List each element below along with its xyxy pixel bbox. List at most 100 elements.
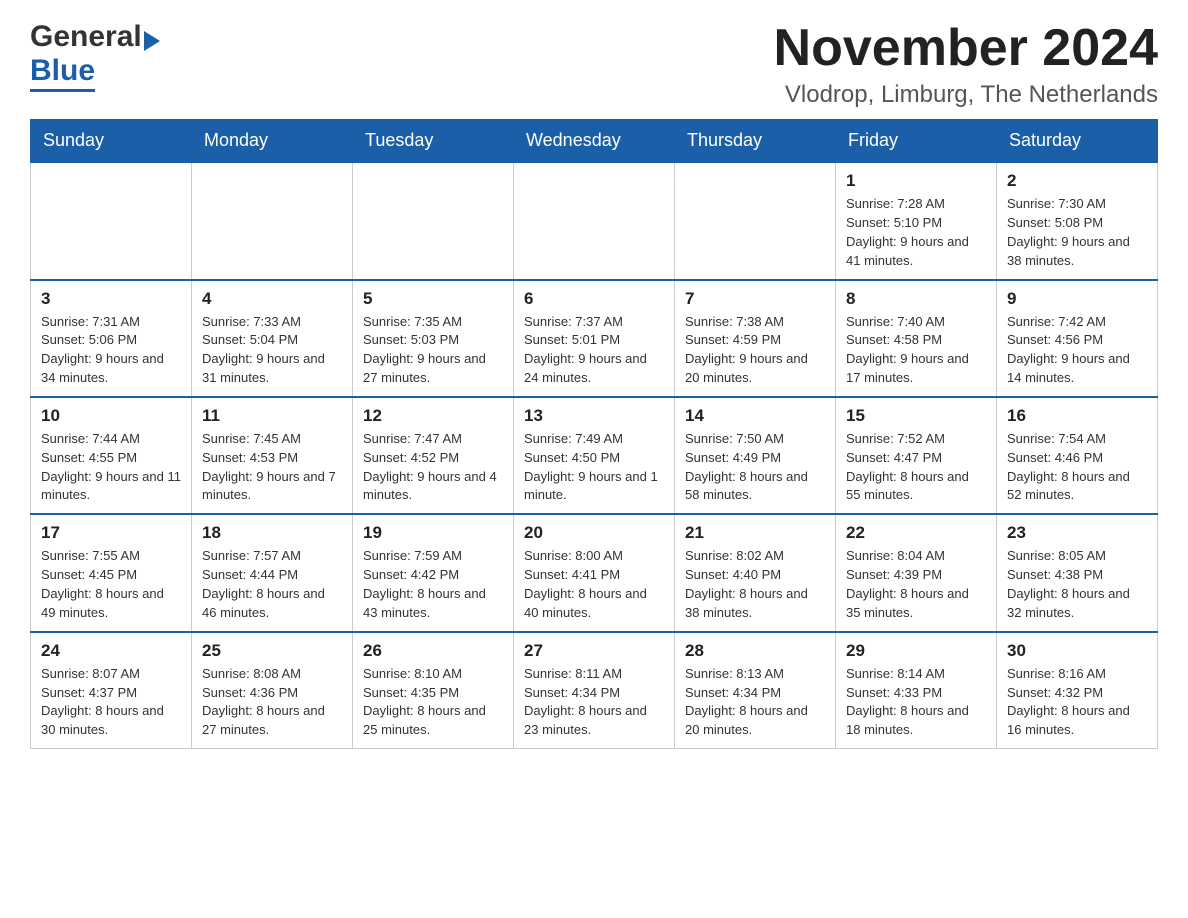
weekday-header-sunday: Sunday [31, 120, 192, 163]
calendar-table: SundayMondayTuesdayWednesdayThursdayFrid… [30, 119, 1158, 749]
day-info: Sunrise: 8:00 AM Sunset: 4:41 PM Dayligh… [524, 547, 664, 622]
weekday-header-monday: Monday [192, 120, 353, 163]
calendar-cell: 28 Sunrise: 8:13 AM Sunset: 4:34 PM Dayli… [675, 632, 836, 749]
day-number: 9 [1007, 289, 1147, 309]
day-info: Sunrise: 8:05 AM Sunset: 4:38 PM Dayligh… [1007, 547, 1147, 622]
calendar-cell: 18 Sunrise: 7:57 AM Sunset: 4:44 PM Dayli… [192, 514, 353, 631]
calendar-cell: 10Sunrise: 7:44 AM Sunset: 4:55 PM Dayli… [31, 397, 192, 514]
calendar-cell [514, 162, 675, 279]
day-info: Sunrise: 7:49 AM Sunset: 4:50 PM Dayligh… [524, 430, 664, 505]
day-number: 6 [524, 289, 664, 309]
day-info: Sunrise: 8:02 AM Sunset: 4:40 PM Dayligh… [685, 547, 825, 622]
calendar-cell: 23 Sunrise: 8:05 AM Sunset: 4:38 PM Dayli… [997, 514, 1158, 631]
day-info: Sunrise: 7:52 AM Sunset: 4:47 PM Dayligh… [846, 430, 986, 505]
day-number: 17 [41, 523, 181, 543]
calendar-cell [192, 162, 353, 279]
day-info: Sunrise: 8:16 AM Sunset: 4:32 PM Dayligh… [1007, 665, 1147, 740]
day-number: 19 [363, 523, 503, 543]
day-info: Sunrise: 7:28 AM Sunset: 5:10 PM Dayligh… [846, 195, 986, 270]
calendar-cell: 19Sunrise: 7:59 AM Sunset: 4:42 PM Dayli… [353, 514, 514, 631]
calendar-cell: 17 Sunrise: 7:55 AM Sunset: 4:45 PM Dayli… [31, 514, 192, 631]
day-info: Sunrise: 7:40 AM Sunset: 4:58 PM Dayligh… [846, 313, 986, 388]
week-row-4: 17 Sunrise: 7:55 AM Sunset: 4:45 PM Dayli… [31, 514, 1158, 631]
day-info: Sunrise: 8:14 AM Sunset: 4:33 PM Dayligh… [846, 665, 986, 740]
day-number: 1 [846, 171, 986, 191]
day-info: Sunrise: 7:30 AM Sunset: 5:08 PM Dayligh… [1007, 195, 1147, 270]
day-info: Sunrise: 7:50 AM Sunset: 4:49 PM Dayligh… [685, 430, 825, 505]
week-row-3: 10Sunrise: 7:44 AM Sunset: 4:55 PM Dayli… [31, 397, 1158, 514]
day-info: Sunrise: 7:35 AM Sunset: 5:03 PM Dayligh… [363, 313, 503, 388]
location-title: Vlodrop, Limburg, The Netherlands [774, 81, 1158, 109]
day-number: 15 [846, 406, 986, 426]
calendar-cell: 11 Sunrise: 7:45 AM Sunset: 4:53 PM Dayli… [192, 397, 353, 514]
day-number: 5 [363, 289, 503, 309]
day-info: Sunrise: 7:54 AM Sunset: 4:46 PM Dayligh… [1007, 430, 1147, 505]
day-number: 22 [846, 523, 986, 543]
logo: General Blue [30, 20, 160, 88]
day-number: 23 [1007, 523, 1147, 543]
day-number: 29 [846, 641, 986, 661]
day-number: 16 [1007, 406, 1147, 426]
day-number: 14 [685, 406, 825, 426]
calendar-cell: 1 Sunrise: 7:28 AM Sunset: 5:10 PM Daylig… [836, 162, 997, 279]
day-info: Sunrise: 8:08 AM Sunset: 4:36 PM Dayligh… [202, 665, 342, 740]
title-area: November 2024 Vlodrop, Limburg, The Neth… [774, 20, 1158, 109]
day-number: 20 [524, 523, 664, 543]
calendar-cell: 2 Sunrise: 7:30 AM Sunset: 5:08 PM Daylig… [997, 162, 1158, 279]
day-number: 11 [202, 406, 342, 426]
day-number: 18 [202, 523, 342, 543]
day-info: Sunrise: 8:13 AM Sunset: 4:34 PM Dayligh… [685, 665, 825, 740]
day-info: Sunrise: 7:33 AM Sunset: 5:04 PM Dayligh… [202, 313, 342, 388]
day-number: 8 [846, 289, 986, 309]
calendar-cell: 8 Sunrise: 7:40 AM Sunset: 4:58 PM Daylig… [836, 280, 997, 397]
day-number: 7 [685, 289, 825, 309]
weekday-header-tuesday: Tuesday [353, 120, 514, 163]
calendar-cell: 6 Sunrise: 7:37 AM Sunset: 5:01 PM Daylig… [514, 280, 675, 397]
calendar-cell: 3Sunrise: 7:31 AM Sunset: 5:06 PM Daylig… [31, 280, 192, 397]
logo-arrow-icon [144, 31, 160, 51]
day-info: Sunrise: 7:37 AM Sunset: 5:01 PM Dayligh… [524, 313, 664, 388]
day-number: 25 [202, 641, 342, 661]
day-number: 24 [41, 641, 181, 661]
calendar-cell: 30 Sunrise: 8:16 AM Sunset: 4:32 PM Dayli… [997, 632, 1158, 749]
day-info: Sunrise: 8:11 AM Sunset: 4:34 PM Dayligh… [524, 665, 664, 740]
day-number: 27 [524, 641, 664, 661]
calendar-cell: 24 Sunrise: 8:07 AM Sunset: 4:37 PM Dayli… [31, 632, 192, 749]
day-info: Sunrise: 7:45 AM Sunset: 4:53 PM Dayligh… [202, 430, 342, 505]
calendar-cell: 29 Sunrise: 8:14 AM Sunset: 4:33 PM Dayli… [836, 632, 997, 749]
calendar-cell: 9Sunrise: 7:42 AM Sunset: 4:56 PM Daylig… [997, 280, 1158, 397]
calendar-cell: 13Sunrise: 7:49 AM Sunset: 4:50 PM Dayli… [514, 397, 675, 514]
calendar-cell: 4Sunrise: 7:33 AM Sunset: 5:04 PM Daylig… [192, 280, 353, 397]
day-info: Sunrise: 8:04 AM Sunset: 4:39 PM Dayligh… [846, 547, 986, 622]
calendar-cell: 15 Sunrise: 7:52 AM Sunset: 4:47 PM Dayli… [836, 397, 997, 514]
day-number: 10 [41, 406, 181, 426]
weekday-header-friday: Friday [836, 120, 997, 163]
calendar-cell: 20 Sunrise: 8:00 AM Sunset: 4:41 PM Dayli… [514, 514, 675, 631]
page-header: General Blue November 2024 Vlodrop, Limb… [30, 20, 1158, 109]
calendar-cell [31, 162, 192, 279]
week-row-2: 3Sunrise: 7:31 AM Sunset: 5:06 PM Daylig… [31, 280, 1158, 397]
day-info: Sunrise: 8:10 AM Sunset: 4:35 PM Dayligh… [363, 665, 503, 740]
week-row-5: 24 Sunrise: 8:07 AM Sunset: 4:37 PM Dayli… [31, 632, 1158, 749]
day-number: 2 [1007, 171, 1147, 191]
day-number: 30 [1007, 641, 1147, 661]
day-number: 21 [685, 523, 825, 543]
day-info: Sunrise: 7:47 AM Sunset: 4:52 PM Dayligh… [363, 430, 503, 505]
calendar-cell: 26 Sunrise: 8:10 AM Sunset: 4:35 PM Dayli… [353, 632, 514, 749]
day-info: Sunrise: 7:31 AM Sunset: 5:06 PM Dayligh… [41, 313, 181, 388]
day-number: 26 [363, 641, 503, 661]
day-info: Sunrise: 7:57 AM Sunset: 4:44 PM Dayligh… [202, 547, 342, 622]
calendar-cell: 14 Sunrise: 7:50 AM Sunset: 4:49 PM Dayli… [675, 397, 836, 514]
day-info: Sunrise: 7:38 AM Sunset: 4:59 PM Dayligh… [685, 313, 825, 388]
calendar-cell: 21 Sunrise: 8:02 AM Sunset: 4:40 PM Dayli… [675, 514, 836, 631]
day-number: 28 [685, 641, 825, 661]
day-info: Sunrise: 8:07 AM Sunset: 4:37 PM Dayligh… [41, 665, 181, 740]
weekday-header-saturday: Saturday [997, 120, 1158, 163]
calendar-cell: 16 Sunrise: 7:54 AM Sunset: 4:46 PM Dayli… [997, 397, 1158, 514]
week-row-1: 1 Sunrise: 7:28 AM Sunset: 5:10 PM Daylig… [31, 162, 1158, 279]
weekday-header-thursday: Thursday [675, 120, 836, 163]
calendar-cell: 5 Sunrise: 7:35 AM Sunset: 5:03 PM Daylig… [353, 280, 514, 397]
weekday-header-row: SundayMondayTuesdayWednesdayThursdayFrid… [31, 120, 1158, 163]
day-info: Sunrise: 7:55 AM Sunset: 4:45 PM Dayligh… [41, 547, 181, 622]
logo-blue-text: Blue [30, 54, 95, 92]
